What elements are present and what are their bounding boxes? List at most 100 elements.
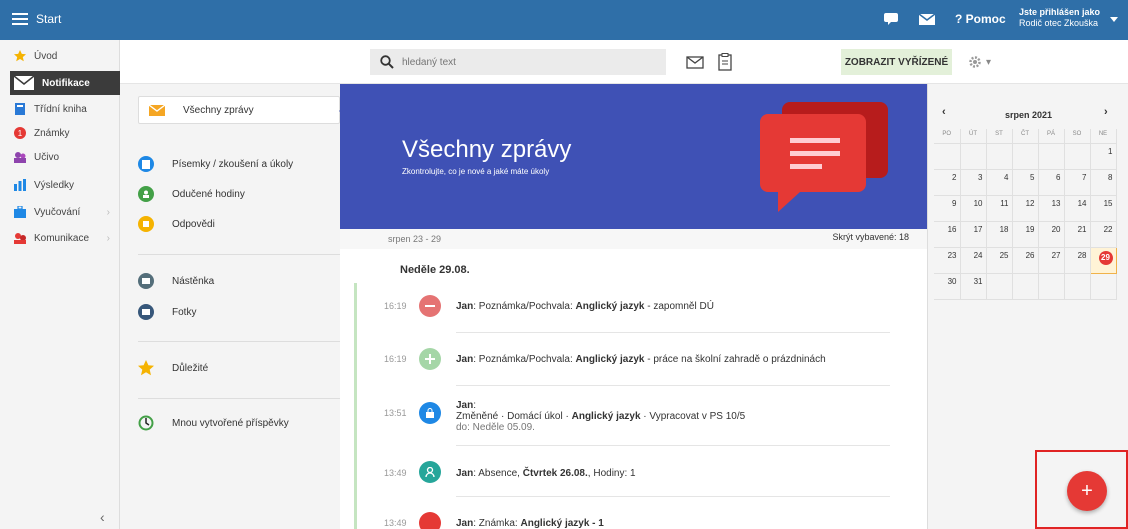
message-time: 13:49 — [384, 518, 407, 528]
divider — [138, 398, 340, 399]
category-photos[interactable]: Fotky — [138, 298, 338, 326]
calendar-day[interactable]: 18 — [986, 221, 1013, 248]
divider — [456, 496, 890, 497]
clipboard-icon[interactable] — [716, 53, 734, 71]
calendar-day[interactable]: 30 — [934, 273, 961, 300]
category-important[interactable]: Důležité — [138, 354, 338, 382]
calendar-day[interactable]: 20 — [1038, 221, 1065, 248]
calendar-day[interactable]: 28 — [1064, 247, 1091, 274]
compose-mail-icon[interactable] — [686, 53, 704, 71]
calendar-day[interactable]: 13 — [1038, 195, 1065, 222]
user-menu[interactable]: Jste přihlášen jako Rodič otec Zkouška — [1019, 7, 1100, 29]
calendar-day-today[interactable]: 29 — [1089, 246, 1117, 274]
weekday-label: NE — [1090, 129, 1117, 144]
chevron-right-icon: › — [106, 232, 110, 244]
category-my-posts[interactable]: Mnou vytvořené příspěvky — [138, 409, 338, 437]
calendar-day[interactable]: 12 — [1012, 195, 1039, 222]
hide-selected-link[interactable]: Skrýt vybavené: 18 — [832, 232, 909, 242]
category-replies[interactable]: Odpovědi — [138, 210, 338, 238]
search-input[interactable] — [402, 56, 652, 68]
sidebar-item-label: Známky — [34, 127, 70, 139]
sidebar-item-znamky[interactable]: 1 Známky — [0, 121, 120, 145]
week-bar: srpen 23 - 29 Skrýt vybavené: 18 — [340, 229, 927, 249]
category-label: Nástěnka — [172, 275, 215, 287]
divider — [138, 341, 340, 342]
calendar-day[interactable] — [934, 143, 961, 170]
message-time: 13:51 — [384, 408, 407, 418]
sidebar-item-komunikace[interactable]: Komunikace › — [0, 226, 120, 250]
sidebar-item-uvod[interactable]: Úvod — [0, 44, 120, 68]
sidebar-item-notifikace[interactable]: Notifikace — [10, 71, 120, 95]
calendar-day[interactable]: 1 — [1090, 143, 1117, 170]
sidebar-item-vysledky[interactable]: Výsledky — [0, 173, 120, 197]
calendar-day[interactable] — [1012, 273, 1039, 300]
category-label: Fotky — [172, 306, 197, 318]
calendar-day[interactable]: 24 — [960, 247, 987, 274]
category-label: Všechny zprávy — [183, 104, 254, 116]
start-label[interactable]: Start — [36, 12, 61, 26]
calendar-day[interactable]: 3 — [960, 169, 987, 196]
calendar-day[interactable]: 5 — [1012, 169, 1039, 196]
top-bar: Start ? Pomoc Jste přihlášen jako Rodič … — [0, 0, 1128, 40]
calendar-day[interactable]: 21 — [1064, 221, 1091, 248]
clipboard-icon — [138, 156, 154, 172]
calendar-day[interactable]: 26 — [1012, 247, 1039, 274]
calendar-day[interactable] — [1090, 273, 1117, 300]
show-resolved-button[interactable]: ZOBRAZIT VYŘÍZENÉ — [841, 49, 952, 75]
chevron-down-icon[interactable] — [1110, 17, 1118, 22]
calendar-day[interactable]: 15 — [1090, 195, 1117, 222]
category-board[interactable]: Nástěnka — [138, 267, 338, 295]
calendar-month: srpen 2021 — [1004, 110, 1053, 120]
mail-icon[interactable] — [918, 11, 936, 27]
menu-icon[interactable] — [12, 13, 28, 25]
calendar-grid: PO ÚT ST ČT PÁ SO NE 1 2 3 4 5 6 7 8 9 1… — [934, 129, 1117, 300]
collapse-sidebar-icon[interactable]: ‹ — [100, 509, 105, 525]
calendar-day[interactable] — [986, 143, 1013, 170]
calendar-day[interactable]: 16 — [934, 221, 961, 248]
calendar-day[interactable] — [986, 273, 1013, 300]
category-lessons[interactable]: Odučené hodiny — [138, 180, 338, 208]
calendar-day[interactable]: 22 — [1090, 221, 1117, 248]
calendar-day[interactable]: 19 — [1012, 221, 1039, 248]
envelope-icon — [149, 104, 165, 116]
calendar-day[interactable]: 7 — [1064, 169, 1091, 196]
calendar-day[interactable]: 23 — [934, 247, 961, 274]
chat-icon[interactable] — [884, 11, 902, 27]
message-text: Jan: Absence, Čtvrtek 26.08., Hodiny: 1 — [456, 468, 636, 479]
help-link[interactable]: ? Pomoc — [955, 12, 1006, 26]
calendar-day[interactable]: 11 — [986, 195, 1013, 222]
divider — [456, 332, 890, 333]
calendar-day[interactable] — [1064, 273, 1091, 300]
calendar-day[interactable] — [1038, 143, 1065, 170]
calendar-day[interactable] — [1012, 143, 1039, 170]
settings-dropdown[interactable]: ▾ — [968, 52, 998, 72]
calendar-day[interactable] — [1064, 143, 1091, 170]
message-text: Jan: Poznámka/Pochvala: Anglický jazyk -… — [456, 301, 714, 312]
calendar-day[interactable] — [960, 143, 987, 170]
calendar-day[interactable]: 31 — [960, 273, 987, 300]
calendar-day[interactable]: 17 — [960, 221, 987, 248]
search-box[interactable] — [370, 49, 666, 75]
calendar-day[interactable]: 27 — [1038, 247, 1065, 274]
calendar-day[interactable] — [1038, 273, 1065, 300]
category-all-messages[interactable]: Všechny zprávy — [138, 96, 347, 124]
person-icon — [419, 461, 441, 483]
sidebar-item-ucivo[interactable]: Učivo — [0, 145, 120, 169]
calendar-next-button[interactable]: › — [1104, 106, 1108, 118]
sidebar-item-vyucovani[interactable]: Vyučování › — [0, 200, 120, 224]
envelope-icon — [14, 76, 34, 90]
sidebar-item-tridni-kniha[interactable]: Třídní kniha — [0, 97, 120, 121]
briefcase-icon — [14, 206, 26, 218]
calendar-day[interactable]: 2 — [934, 169, 961, 196]
sidebar-item-label: Třídní kniha — [34, 103, 87, 115]
calendar-day[interactable]: 9 — [934, 195, 961, 222]
calendar-day[interactable]: 25 — [986, 247, 1013, 274]
calendar-day[interactable]: 4 — [986, 169, 1013, 196]
calendar-day[interactable]: 14 — [1064, 195, 1091, 222]
divider — [456, 445, 890, 446]
add-button[interactable]: + — [1067, 471, 1107, 511]
category-exams[interactable]: Písemky / zkoušení a úkoly — [138, 150, 338, 178]
calendar-day[interactable]: 6 — [1038, 169, 1065, 196]
calendar-day[interactable]: 10 — [960, 195, 987, 222]
calendar-day[interactable]: 8 — [1090, 169, 1117, 196]
